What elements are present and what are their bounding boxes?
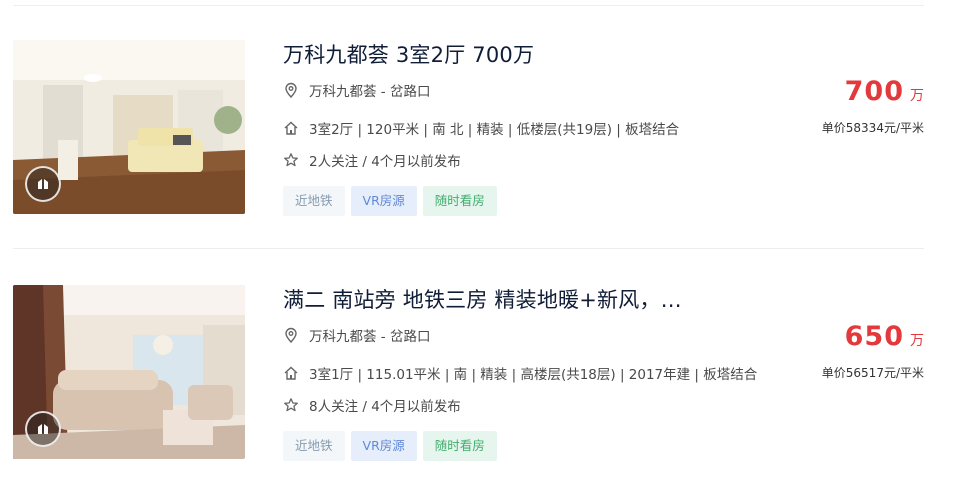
- tag-near-subway: 近地铁: [283, 431, 345, 461]
- tag-list: 近地铁 VR房源 随时看房: [283, 186, 497, 216]
- divider: [13, 5, 924, 6]
- total-price-value: 700: [844, 76, 904, 107]
- tag-vr: VR房源: [350, 431, 417, 461]
- tag-visit-anytime: 随时看房: [422, 186, 497, 216]
- follow-info-text: 2人关注 / 4个月以前发布: [309, 154, 461, 170]
- house-info-text: 3室1厅 | 115.01平米 | 南 | 精装 | 高楼层(共18层) | 2…: [309, 367, 758, 383]
- star-icon[interactable]: [283, 152, 299, 168]
- address-row: 万科九都荟 - 岔路口: [283, 325, 430, 345]
- location-pin-icon: [283, 327, 299, 343]
- price-block: 650 万 单价56517元/平米: [822, 321, 924, 381]
- house-info-row: 3室1厅 | 115.01平米 | 南 | 精装 | 高楼层(共18层) | 2…: [283, 363, 757, 383]
- total-price-value: 650: [844, 321, 904, 352]
- listing-list: 万科九都荟 3室2厅 700万 万科九都荟 - 岔路口 3室2厅 | 120平米…: [0, 0, 962, 493]
- tag-list: 近地铁 VR房源 随时看房: [283, 431, 497, 461]
- house-icon: [283, 120, 299, 136]
- address-row: 万科九都荟 - 岔路口: [283, 80, 430, 100]
- house-icon: [283, 365, 299, 381]
- listing-info: 万科九都荟 3室2厅 700万 万科九都荟 - 岔路口 3室2厅 | 120平米…: [283, 40, 803, 216]
- listing-photo[interactable]: [13, 285, 245, 459]
- tag-near-subway: 近地铁: [283, 186, 345, 216]
- star-icon[interactable]: [283, 397, 299, 413]
- house-info-text: 3室2厅 | 120平米 | 南 北 | 精装 | 低楼层(共19层) | 板塔…: [309, 122, 680, 138]
- listing-card[interactable]: 万科九都荟 3室2厅 700万 万科九都荟 - 岔路口 3室2厅 | 120平米…: [13, 40, 924, 240]
- total-price: 700 万: [822, 76, 924, 107]
- house-info-row: 3室2厅 | 120平米 | 南 北 | 精装 | 低楼层(共19层) | 板塔…: [283, 118, 679, 138]
- unit-price: 单价58334元/平米: [821, 121, 924, 135]
- address-text[interactable]: 万科九都荟 - 岔路口: [309, 325, 430, 345]
- listing-info: 满二 南站旁 地铁三房 精装地暖+新风，… 万科九都荟 - 岔路口 3室1厅 |…: [283, 285, 803, 461]
- unit-price: 单价56517元/平米: [821, 366, 924, 380]
- follow-info-text: 8人关注 / 4个月以前发布: [309, 399, 461, 415]
- total-price: 650 万: [822, 321, 924, 352]
- location-pin-icon: [283, 82, 299, 98]
- listing-title[interactable]: 万科九都荟 3室2厅 700万: [283, 40, 803, 70]
- listing-title[interactable]: 满二 南站旁 地铁三房 精装地暖+新风，…: [283, 285, 803, 315]
- listing-card[interactable]: 满二 南站旁 地铁三房 精装地暖+新风，… 万科九都荟 - 岔路口 3室1厅 |…: [13, 285, 924, 485]
- price-block: 700 万 单价58334元/平米: [822, 76, 924, 136]
- vr-badge-icon[interactable]: [25, 166, 61, 202]
- tag-vr: VR房源: [350, 186, 417, 216]
- vr-badge-icon[interactable]: [25, 411, 61, 447]
- divider: [13, 248, 924, 249]
- listing-photo[interactable]: [13, 40, 245, 214]
- tag-visit-anytime: 随时看房: [422, 431, 497, 461]
- total-price-unit: 万: [910, 88, 924, 104]
- address-text[interactable]: 万科九都荟 - 岔路口: [309, 80, 430, 100]
- follow-info-row: 2人关注 / 4个月以前发布: [283, 150, 461, 170]
- follow-info-row: 8人关注 / 4个月以前发布: [283, 395, 461, 415]
- total-price-unit: 万: [910, 333, 924, 349]
